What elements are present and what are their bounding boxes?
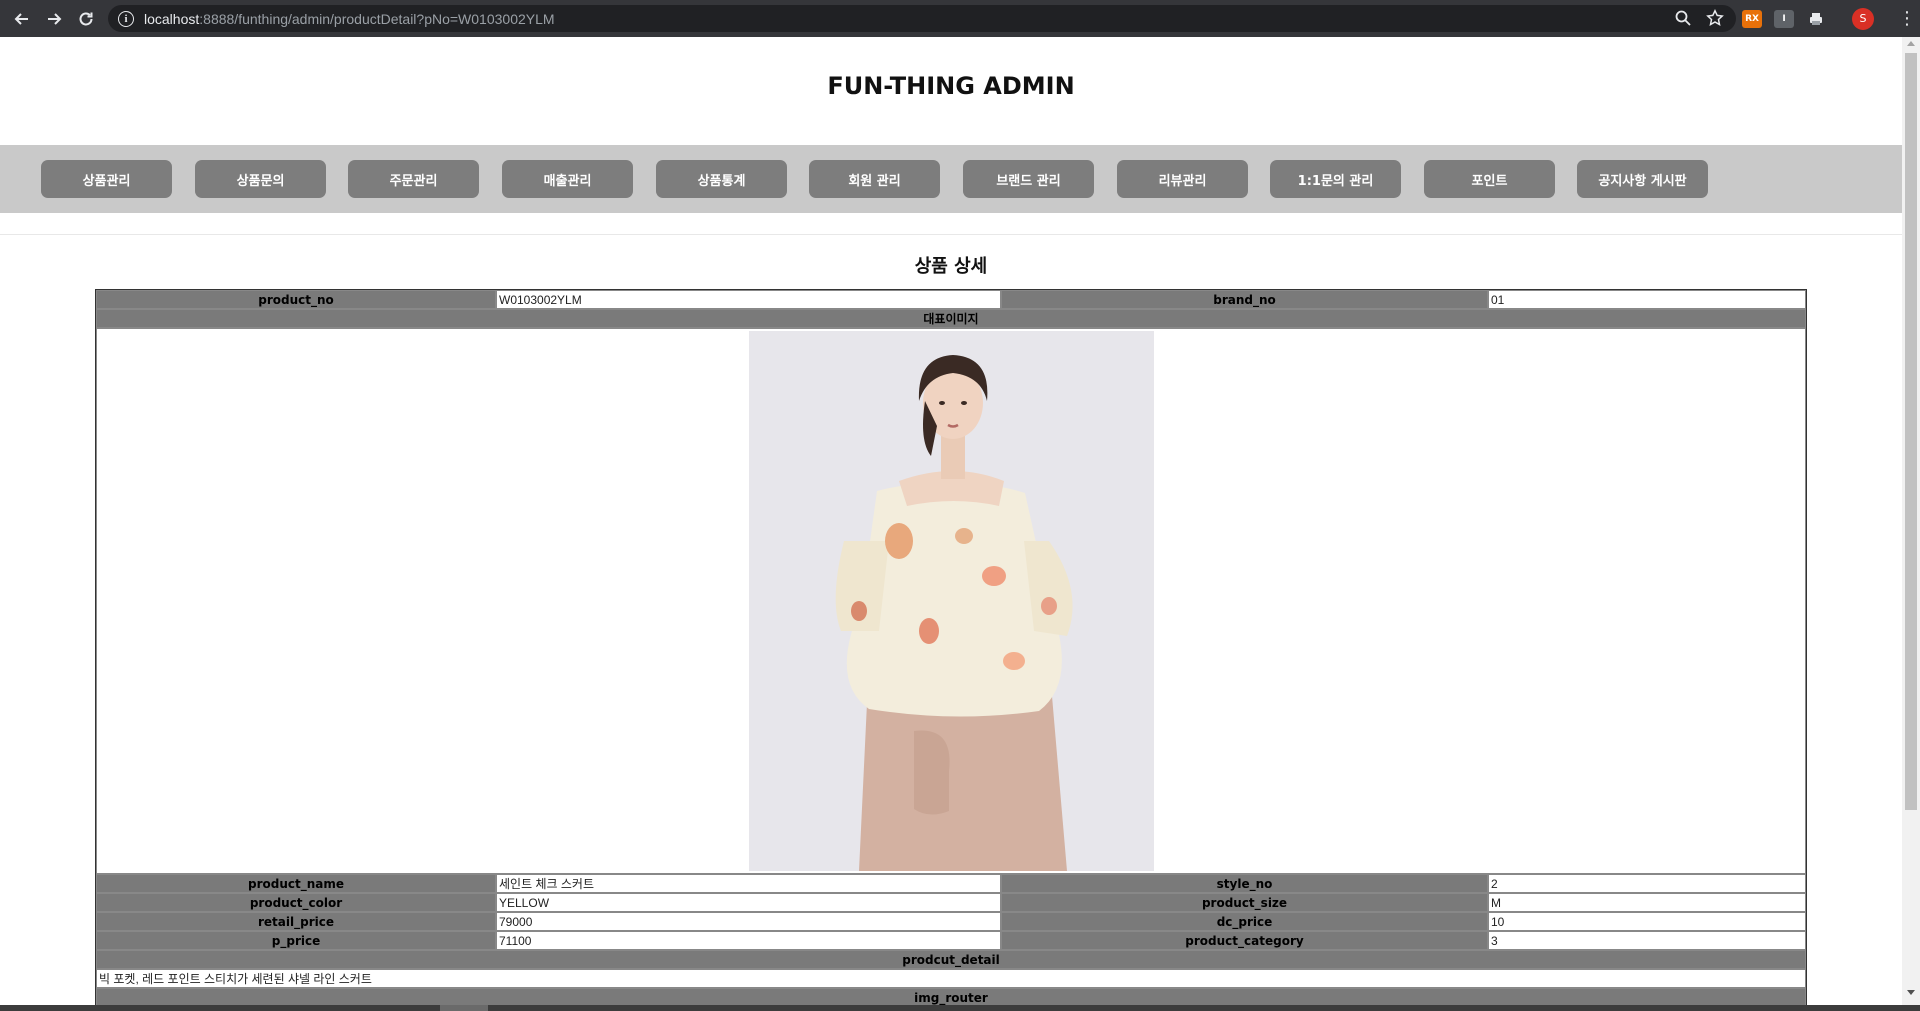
brand-no-value: 01 — [1488, 290, 1806, 309]
menu-product-stats[interactable]: 상품통계 — [656, 160, 787, 198]
menu-point[interactable]: 포인트 — [1424, 160, 1555, 198]
extension-icon[interactable]: RX — [1742, 9, 1762, 28]
url-text: localhost:8888/funthing/admin/productDet… — [144, 10, 555, 27]
style-no-label: style_no — [1001, 874, 1488, 893]
extension-icon[interactable]: I — [1774, 9, 1794, 28]
back-icon[interactable] — [6, 0, 38, 37]
menu-member-manage[interactable]: 회원 관리 — [809, 160, 940, 198]
table-row — [96, 328, 1806, 874]
scroll-thumb[interactable] — [1905, 53, 1917, 810]
taskbar-tab — [440, 1005, 488, 1011]
menu-review-manage[interactable]: 리뷰관리 — [1117, 160, 1248, 198]
divider — [0, 234, 1902, 235]
retail-price-value: 79000 — [496, 912, 1001, 931]
product-no-label: product_no — [96, 290, 496, 309]
menu-qna-manage[interactable]: 1:1문의 관리 — [1270, 160, 1401, 198]
table-row: product_no W0103002YLM brand_no 01 — [96, 290, 1806, 309]
profile-avatar[interactable]: S — [1852, 7, 1874, 30]
forward-icon[interactable] — [38, 0, 70, 37]
menu-product-manage[interactable]: 상품관리 — [41, 160, 172, 198]
brand-no-label: brand_no — [1001, 290, 1488, 309]
table-row: p_price 71100 product_category 3 — [96, 931, 1806, 950]
menu-order-manage[interactable]: 주문관리 — [348, 160, 479, 198]
info-icon[interactable]: i — [118, 10, 134, 27]
scroll-up-arrow-icon[interactable] — [1907, 41, 1915, 46]
product-detail-value: 빅 포켓, 레드 포인트 스티치가 세련된 샤넬 라인 스커트 — [96, 969, 1806, 988]
table-row: prodcut_detail — [96, 950, 1806, 969]
zoom-icon[interactable] — [1674, 9, 1692, 31]
p-price-value: 71100 — [496, 931, 1001, 950]
taskbar-strip — [0, 1005, 1920, 1011]
table-row: product_name 세인트 체크 스커트 style_no 2 — [96, 874, 1806, 893]
product-color-value: YELLOW — [496, 893, 1001, 912]
page-scrollbar[interactable] — [1902, 37, 1920, 1011]
menu-kebab-icon[interactable]: ⋮ — [1898, 8, 1916, 29]
product-category-label: product_category — [1001, 931, 1488, 950]
menu-sales-manage[interactable]: 매출관리 — [502, 160, 633, 198]
table-row: product_color YELLOW product_size M — [96, 893, 1806, 912]
product-color-label: product_color — [96, 893, 496, 912]
table-row: 빅 포켓, 레드 포인트 스티치가 세련된 샤넬 라인 스커트 — [96, 969, 1806, 988]
admin-menu-bar: 상품관리 상품문의 주문관리 매출관리 상품통계 회원 관리 브랜드 관리 리뷰… — [0, 145, 1902, 213]
style-no-value: 2 — [1488, 874, 1806, 893]
table-row: retail_price 79000 dc_price 10 — [96, 912, 1806, 931]
product-no-value: W0103002YLM — [496, 290, 1001, 309]
scroll-down-arrow-icon[interactable] — [1907, 990, 1915, 995]
site-title: FUN-THING ADMIN — [827, 72, 1075, 100]
retail-price-label: retail_price — [96, 912, 496, 931]
product-image — [748, 331, 1154, 871]
print-icon[interactable] — [1806, 10, 1826, 28]
menu-brand-manage[interactable]: 브랜드 관리 — [963, 160, 1094, 198]
bookmark-star-icon[interactable] — [1706, 9, 1724, 31]
image-label: 대표이미지 — [96, 309, 1806, 328]
dc-price-value: 10 — [1488, 912, 1806, 931]
menu-product-inquiry[interactable]: 상품문의 — [195, 160, 326, 198]
browser-toolbar: i localhost:8888/funthing/admin/productD… — [0, 0, 1920, 37]
product-category-value: 3 — [1488, 931, 1806, 950]
product-detail-table: product_no W0103002YLM brand_no 01 대표이미지 — [95, 289, 1807, 1008]
dc-price-label: dc_price — [1001, 912, 1488, 931]
product-name-label: product_name — [96, 874, 496, 893]
product-size-value: M — [1488, 893, 1806, 912]
menu-notice-board[interactable]: 공지사항 게시판 — [1577, 160, 1708, 198]
address-bar[interactable]: i localhost:8888/funthing/admin/productD… — [108, 5, 1736, 32]
product-name-value: 세인트 체크 스커트 — [496, 874, 1001, 893]
product-detail-label: prodcut_detail — [96, 950, 1806, 969]
section-title: 상품 상세 — [914, 256, 988, 277]
p-price-label: p_price — [96, 931, 496, 950]
product-size-label: product_size — [1001, 893, 1488, 912]
table-row: 대표이미지 — [96, 309, 1806, 328]
page-content: FUN-THING ADMIN 상품관리 상품문의 주문관리 매출관리 상품통계… — [0, 37, 1902, 1011]
image-cell — [96, 328, 1806, 874]
reload-icon[interactable] — [70, 0, 102, 37]
